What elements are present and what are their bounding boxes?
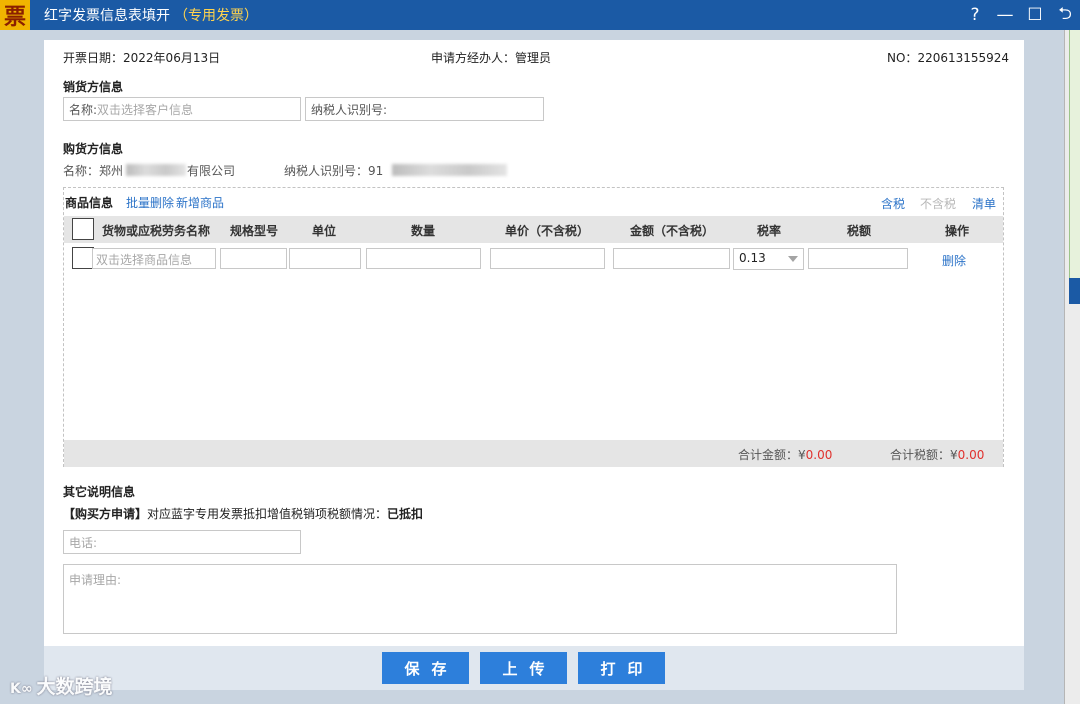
goods-name-input[interactable]: 双击选择商品信息 — [92, 248, 216, 269]
upload-button[interactable]: 上传 — [480, 652, 567, 684]
buyer-taxid-label: 纳税人识别号： — [284, 164, 369, 178]
window-titlebar: 票 红字发票信息表填开 （专用发票） ? — ☐ ⮌ — [0, 0, 1080, 30]
window-title-tag: （专用发票） — [174, 8, 258, 24]
seller-name-placeholder: 双击选择客户信息 — [97, 103, 194, 117]
buyer-section-title: 购货方信息 — [63, 142, 124, 156]
seller-section-title: 销货方信息 — [63, 80, 124, 94]
amount-input[interactable] — [613, 248, 730, 269]
invoice-number-label: NO： — [887, 51, 918, 65]
print-button[interactable]: 打印 — [578, 652, 665, 684]
background-window-green — [1069, 30, 1080, 280]
col-amount: 金额（不含税） — [630, 224, 715, 238]
handler-value: 管理员 — [515, 51, 552, 65]
total-tax: 合计税额：¥0.00 — [890, 446, 984, 463]
minimize-icon[interactable]: — — [990, 0, 1020, 30]
buyer-name-label: 名称： — [63, 164, 100, 178]
add-item-link[interactable]: 新增商品 — [176, 194, 224, 211]
goods-name-placeholder: 双击选择商品信息 — [96, 253, 193, 267]
col-quantity: 数量 — [411, 224, 436, 238]
total-tax-currency: ¥ — [950, 448, 958, 462]
row-checkbox[interactable] — [72, 247, 94, 269]
total-tax-value: 0.00 — [957, 448, 985, 462]
seller-taxid-label: 纳税人识别号: — [311, 103, 388, 117]
col-tax-rate: 税率 — [757, 224, 782, 238]
col-unit-price: 单价（不含税） — [505, 224, 590, 238]
window-controls: ? — ☐ ⮌ — [960, 0, 1080, 30]
background-window-blue — [1069, 278, 1080, 304]
reason-textarea[interactable]: 申请理由: — [63, 564, 897, 634]
save-button[interactable]: 保存 — [382, 652, 469, 684]
goods-section-title: 商品信息 — [65, 196, 114, 210]
col-unit: 单位 — [312, 224, 337, 238]
maximize-icon[interactable]: ☐ — [1020, 0, 1050, 30]
redacted-buyer-taxid — [392, 164, 507, 176]
buyer-name: 名称：郑州 — [63, 162, 123, 179]
select-all-checkbox[interactable] — [72, 218, 94, 240]
tax-included-link[interactable]: 含税 — [881, 195, 905, 212]
apply-text: 对应蓝字专用发票抵扣增值税销项税额情况： — [147, 507, 388, 521]
delete-row-link[interactable]: 删除 — [942, 252, 966, 269]
spec-input[interactable] — [220, 248, 287, 269]
quantity-input[interactable] — [366, 248, 481, 269]
window-title: 红字发票信息表填开 （专用发票） — [44, 5, 258, 25]
goods-section: 商品信息 批量删除 新增商品 含税 不含税 清单 货物或应税劳务名称 规格型号 … — [63, 187, 1004, 467]
help-icon[interactable]: ? — [960, 0, 990, 30]
phone-placeholder: 电话: — [69, 536, 98, 550]
watermark-logo-icon: K∞ — [10, 681, 33, 697]
watermark: K∞ 大数跨境 — [10, 672, 113, 699]
batch-delete-link[interactable]: 批量删除 — [126, 194, 174, 211]
list-link[interactable]: 清单 — [972, 195, 996, 212]
reason-placeholder: 申请理由: — [69, 573, 122, 587]
window-title-text: 红字发票信息表填开 — [44, 8, 170, 24]
buyer-taxid-value: 91 — [368, 164, 384, 178]
back-icon[interactable]: ⮌ — [1050, 0, 1080, 30]
apply-status: 已抵扣 — [387, 507, 424, 521]
redacted-buyer-name — [126, 164, 186, 176]
watermark-text: 大数跨境 — [36, 676, 113, 698]
goods-totals-bar: 合计金额：¥0.00 合计税额：¥0.00 — [64, 440, 1003, 467]
form-panel: 开票日期：2022年06月13日 申请方经办人：管理员 NO：220613155… — [44, 40, 1024, 690]
col-tax-amount: 税额 — [847, 224, 872, 238]
buyer-taxid: 纳税人识别号：91 — [284, 162, 383, 179]
invoice-number-value: 220613155924 — [917, 51, 1010, 65]
right-background-strip — [1064, 30, 1080, 704]
tax-excluded-link[interactable]: 不含税 — [920, 195, 956, 212]
phone-input[interactable]: 电话: — [63, 530, 301, 554]
tax-rate-value: 0.13 — [739, 251, 766, 265]
col-action: 操作 — [945, 224, 970, 238]
invoice-date: 开票日期：2022年06月13日 — [63, 49, 220, 66]
seller-taxid-input[interactable]: 纳税人识别号: — [305, 97, 544, 121]
buyer-name-value: 郑州 — [99, 164, 124, 178]
invoice-number: NO：220613155924 — [887, 49, 1009, 66]
total-amount-label: 合计金额： — [738, 448, 799, 462]
action-bar: 保存 上传 打印 — [44, 646, 1024, 690]
unit-input[interactable] — [289, 248, 361, 269]
invoice-logo-icon: 票 — [0, 0, 30, 30]
unit-price-input[interactable] — [490, 248, 605, 269]
tax-rate-select[interactable]: 0.13 — [733, 248, 804, 270]
chevron-down-icon — [788, 256, 798, 262]
col-name: 货物或应税劳务名称 — [102, 224, 211, 238]
invoice-date-value: 2022年06月13日 — [123, 51, 221, 65]
tax-amount-input[interactable] — [808, 248, 908, 269]
total-amount-currency: ¥ — [798, 448, 806, 462]
total-tax-label: 合计税额： — [890, 448, 951, 462]
total-amount: 合计金额：¥0.00 — [738, 446, 832, 463]
invoice-date-label: 开票日期： — [63, 51, 124, 65]
buyer-apply-line: 【购买方申请】对应蓝字专用发票抵扣增值税销项税额情况：已抵扣 — [63, 505, 423, 522]
goods-table-header: 货物或应税劳务名称 规格型号 单位 数量 单价（不含税） 金额（不含税） 税率 … — [64, 216, 1003, 243]
applicant-handler: 申请方经办人：管理员 — [431, 49, 551, 66]
left-background — [0, 30, 44, 704]
total-amount-value: 0.00 — [805, 448, 833, 462]
buyer-apply-tag: 【购买方申请】 — [63, 507, 148, 521]
buyer-name-suffix: 有限公司 — [187, 164, 236, 178]
seller-name-label: 名称: — [69, 103, 98, 117]
col-spec: 规格型号 — [230, 224, 279, 238]
handler-label: 申请方经办人： — [431, 51, 516, 65]
seller-name-input[interactable]: 名称:双击选择客户信息 — [63, 97, 301, 121]
other-section-title: 其它说明信息 — [63, 485, 136, 499]
